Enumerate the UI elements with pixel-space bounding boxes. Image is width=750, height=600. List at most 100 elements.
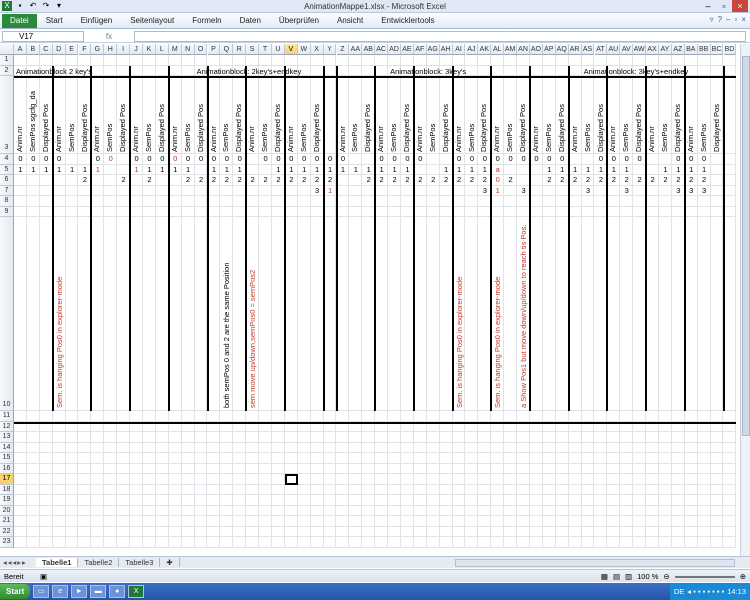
- column-header[interactable]: A: [14, 44, 27, 55]
- column-header[interactable]: B: [26, 44, 40, 55]
- cell-value[interactable]: 1: [543, 164, 556, 175]
- cell-value[interactable]: 2: [427, 174, 440, 185]
- cell-value[interactable]: 3: [620, 185, 633, 196]
- column-header[interactable]: AP: [542, 44, 556, 55]
- column-header[interactable]: C: [39, 44, 53, 55]
- row-header[interactable]: 21: [0, 516, 14, 527]
- column-header[interactable]: H: [104, 44, 118, 55]
- column-header[interactable]: BC: [710, 44, 724, 55]
- row-header[interactable]: 1: [0, 55, 14, 66]
- cell-value[interactable]: 0: [414, 153, 427, 164]
- cell-value[interactable]: 0: [620, 153, 633, 164]
- row-header[interactable]: 18: [0, 484, 14, 495]
- cell-value[interactable]: 2: [685, 174, 698, 185]
- formula-input[interactable]: [134, 30, 746, 42]
- column-header[interactable]: BB: [697, 44, 711, 55]
- cell-value[interactable]: 1: [143, 164, 156, 175]
- cell-value[interactable]: 1: [659, 164, 672, 175]
- cell-value[interactable]: 1: [685, 164, 698, 175]
- column-header[interactable]: BD: [723, 44, 737, 55]
- horizontal-scrollbar[interactable]: [455, 559, 735, 567]
- column-header[interactable]: I: [117, 44, 131, 55]
- help-icon[interactable]: ?: [718, 15, 722, 24]
- cell-value[interactable]: 2: [388, 174, 401, 185]
- cell-value[interactable]: 2: [220, 174, 233, 185]
- workbook-close-icon[interactable]: ×: [741, 15, 746, 24]
- column-header[interactable]: Z: [336, 44, 350, 55]
- cell-value[interactable]: 1: [698, 164, 711, 175]
- column-header[interactable]: AK: [478, 44, 492, 55]
- cell-value[interactable]: 3: [685, 185, 698, 196]
- tab-review[interactable]: Überprüfen: [270, 16, 328, 25]
- row-header[interactable]: 12: [0, 421, 14, 432]
- cell-value[interactable]: 1: [388, 164, 401, 175]
- cell-value[interactable]: 2: [582, 174, 595, 185]
- row-header[interactable]: 11: [0, 411, 14, 422]
- column-header[interactable]: AE: [401, 44, 414, 55]
- column-header[interactable]: AS: [581, 44, 595, 55]
- row-header[interactable]: 15: [0, 453, 14, 464]
- column-header[interactable]: J: [130, 44, 143, 55]
- cell-value[interactable]: 0: [182, 153, 195, 164]
- cell-value[interactable]: 1: [220, 164, 233, 175]
- media-icon[interactable]: ►: [71, 585, 88, 598]
- cell-value[interactable]: 1: [53, 164, 66, 175]
- row-header[interactable]: 22: [0, 526, 14, 537]
- cell-value[interactable]: 2: [504, 174, 517, 185]
- row-header[interactable]: 23: [0, 537, 14, 548]
- column-header[interactable]: AY: [659, 44, 672, 55]
- column-header[interactable]: E: [65, 44, 79, 55]
- column-header[interactable]: R: [233, 44, 247, 55]
- cell-value[interactable]: 1: [27, 164, 40, 175]
- select-all-corner[interactable]: [0, 44, 14, 55]
- cell-value[interactable]: 0: [104, 153, 117, 164]
- insert-function-icon[interactable]: fx: [84, 32, 134, 41]
- window-restore-icon[interactable]: ▫: [734, 15, 737, 24]
- row-header[interactable]: 13: [0, 432, 14, 443]
- cell-value[interactable]: 1: [285, 164, 298, 175]
- cell-value[interactable]: 0: [543, 153, 556, 164]
- maximize-button[interactable]: ▫: [716, 0, 732, 12]
- cell-value[interactable]: 2: [698, 174, 711, 185]
- row-header[interactable]: 4: [0, 154, 14, 165]
- cell-value[interactable]: 0: [388, 153, 401, 164]
- cell-value[interactable]: 0: [298, 153, 311, 164]
- cell-value[interactable]: 0: [143, 153, 156, 164]
- tab-formulas[interactable]: Formeln: [183, 16, 230, 25]
- column-header[interactable]: AJ: [465, 44, 479, 55]
- row-header[interactable]: 14: [0, 442, 14, 453]
- view-pagebreak-icon[interactable]: ▥: [625, 572, 632, 581]
- folder-icon[interactable]: ▬: [90, 585, 107, 598]
- cell-value[interactable]: 0: [530, 153, 543, 164]
- column-header[interactable]: Y: [323, 44, 337, 55]
- column-header[interactable]: K: [143, 44, 156, 55]
- cell-value[interactable]: 3: [698, 185, 711, 196]
- column-header[interactable]: G: [91, 44, 105, 55]
- column-header[interactable]: F: [78, 44, 92, 55]
- cell-value[interactable]: 2: [285, 174, 298, 185]
- cell-value[interactable]: 2: [453, 174, 466, 185]
- column-header[interactable]: AH: [439, 44, 453, 55]
- cell-value[interactable]: 0: [169, 153, 182, 164]
- cell-value[interactable]: 1: [91, 164, 104, 175]
- column-header[interactable]: AF: [413, 44, 427, 55]
- column-header[interactable]: AA: [349, 44, 363, 55]
- column-header[interactable]: AQ: [555, 44, 569, 55]
- tab-developer[interactable]: Entwicklertools: [372, 16, 443, 25]
- cell-value[interactable]: 1: [607, 164, 620, 175]
- cell-value[interactable]: 2: [208, 174, 221, 185]
- cell-value[interactable]: 2: [259, 174, 272, 185]
- column-header[interactable]: AT: [594, 44, 608, 55]
- cell-value[interactable]: 2: [246, 174, 259, 185]
- cell-value[interactable]: 1: [66, 164, 79, 175]
- column-header[interactable]: BA: [684, 44, 698, 55]
- column-header[interactable]: W: [297, 44, 311, 55]
- view-layout-icon[interactable]: ▤: [613, 572, 620, 581]
- cell-value[interactable]: 0: [220, 153, 233, 164]
- file-tab[interactable]: Datei: [2, 13, 37, 28]
- cell-value[interactable]: 2: [659, 174, 672, 185]
- column-header[interactable]: AM: [504, 44, 518, 55]
- cell-value[interactable]: 0: [698, 153, 711, 164]
- column-header[interactable]: AB: [362, 44, 376, 55]
- cell-value[interactable]: 1: [14, 164, 27, 175]
